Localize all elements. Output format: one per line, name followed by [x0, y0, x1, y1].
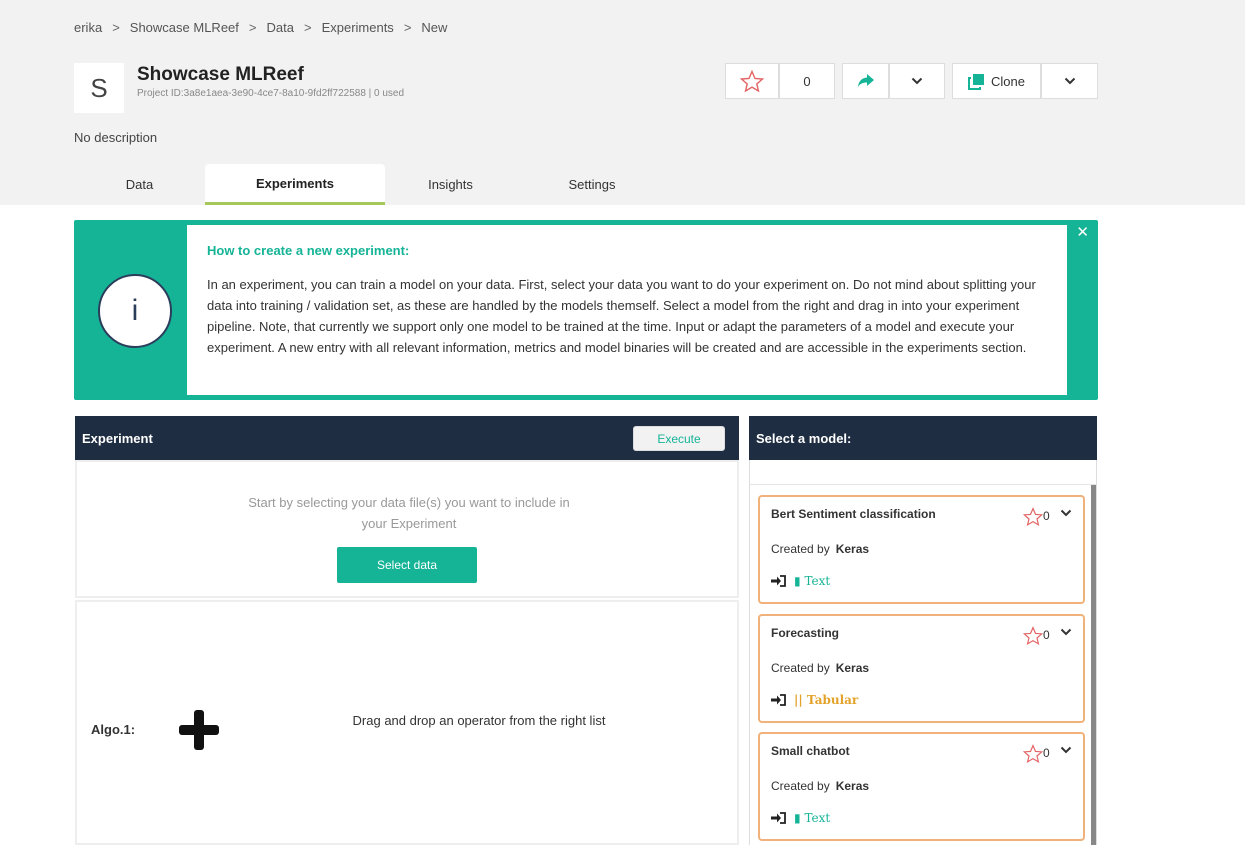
model-list-header: Select a model:: [749, 416, 1097, 460]
chevron-down-icon: [911, 77, 923, 85]
project-header: erika > Showcase MLReef > Data > Experim…: [0, 0, 1245, 205]
created-by-label: Created by: [771, 542, 830, 556]
share-arrow-icon: [857, 74, 874, 87]
model-tag: || Tabular: [794, 693, 858, 707]
chevron-down-icon[interactable]: [1060, 746, 1072, 754]
breadcrumb-separator: >: [403, 20, 412, 35]
breadcrumb-data[interactable]: Data: [267, 20, 294, 35]
project-description: No description: [74, 130, 158, 145]
experiment-title: Experiment: [82, 430, 153, 446]
model-tag-label: Tabular: [806, 693, 859, 707]
model-list: Bert Sentiment classification 0 Created …: [749, 460, 1097, 845]
clone-dropdown[interactable]: [1041, 63, 1098, 99]
breadcrumb: erika > Showcase MLReef > Data > Experim…: [74, 20, 447, 35]
created-by-label: Created by: [771, 779, 830, 793]
execute-button[interactable]: Execute: [633, 426, 725, 451]
model-star-count: 0: [1043, 628, 1050, 642]
model-footer: || Tabular: [771, 693, 858, 707]
tab-experiments[interactable]: Experiments: [205, 164, 385, 205]
chevron-down-icon: [1064, 77, 1075, 85]
clone-button[interactable]: Clone: [952, 63, 1041, 99]
file-icon: ▮: [794, 811, 801, 825]
star-outline-icon: [740, 70, 764, 92]
breadcrumb-experiments[interactable]: Experiments: [322, 20, 394, 35]
model-list-title: Select a model:: [756, 430, 852, 446]
info-body: In an experiment, you can train a model …: [207, 277, 1036, 355]
model-card[interactable]: Forecasting 0 Created by Keras || Tabular: [758, 614, 1085, 723]
model-card[interactable]: Small chatbot 0 Created by Keras ▮ Text: [758, 732, 1085, 841]
star-outline-icon[interactable]: [1023, 744, 1043, 763]
sign-in-icon: [771, 694, 786, 706]
star-outline-icon[interactable]: [1023, 507, 1043, 526]
fork-button[interactable]: [842, 63, 889, 99]
breadcrumb-separator: >: [248, 20, 257, 35]
experiment-header: Experiment Execute: [75, 416, 739, 460]
algo-label: Algo.1:: [91, 722, 136, 737]
model-name: Small chatbot: [771, 744, 850, 758]
columns-icon: ||: [794, 693, 803, 707]
star-outline-icon[interactable]: [1023, 626, 1043, 645]
created-by-label: Created by: [771, 661, 830, 675]
model-name: Forecasting: [771, 626, 840, 640]
breadcrumb-separator: >: [303, 20, 312, 35]
breadcrumb-new[interactable]: New: [421, 20, 447, 35]
project-tabs: Data Experiments Insights Settings: [74, 164, 668, 205]
breadcrumb-user[interactable]: erika: [74, 20, 102, 35]
info-icon: i: [98, 274, 172, 348]
sign-in-icon: [771, 575, 786, 587]
plus-icon[interactable]: [177, 708, 221, 752]
file-icon: ▮: [794, 574, 801, 588]
model-tag: ▮ Text: [794, 574, 830, 588]
sign-in-icon: [771, 812, 786, 824]
model-tag: ▮ Text: [794, 811, 830, 825]
model-author: Keras: [835, 779, 870, 793]
scrollbar[interactable]: [1091, 485, 1096, 845]
model-star-count: 0: [1043, 746, 1050, 760]
breadcrumb-project[interactable]: Showcase MLReef: [130, 20, 239, 35]
info-title: How to create a new experiment:: [207, 243, 410, 258]
model-footer: ▮ Text: [771, 574, 830, 588]
info-content: How to create a new experiment: In an ex…: [187, 225, 1067, 395]
model-created-by: Created by Keras: [771, 661, 869, 675]
project-title[interactable]: Showcase MLReef: [137, 64, 304, 86]
model-created-by: Created by Keras: [771, 779, 869, 793]
model-footer: ▮ Text: [771, 811, 830, 825]
project-avatar: S: [74, 63, 124, 113]
model-star-count: 0: [1043, 509, 1050, 523]
model-card[interactable]: Bert Sentiment classification 0 Created …: [758, 495, 1085, 604]
star-button[interactable]: [725, 63, 779, 99]
tab-insights[interactable]: Insights: [385, 164, 516, 205]
divider: [750, 484, 1096, 485]
algorithm-drop-zone[interactable]: Algo.1: Drag and drop an operator from t…: [75, 600, 739, 845]
model-tag-label: Text: [804, 574, 831, 588]
model-name: Bert Sentiment classification: [771, 507, 936, 521]
model-tag-label: Text: [804, 811, 831, 825]
close-icon[interactable]: ✕: [1076, 223, 1089, 241]
select-data-button[interactable]: Select data: [337, 547, 477, 583]
drag-drop-hint: Drag and drop an operator from the right…: [352, 713, 606, 728]
project-id: Project ID:3a8e1aea-3e90-4ce7-8a10-9fd2f…: [137, 88, 405, 99]
clone-icon: [968, 73, 985, 90]
tab-data[interactable]: Data: [74, 164, 205, 205]
model-author: Keras: [835, 661, 870, 675]
info-banner: i How to create a new experiment: In an …: [74, 220, 1098, 400]
tab-settings[interactable]: Settings: [516, 164, 668, 205]
model-created-by: Created by Keras: [771, 542, 869, 556]
fork-dropdown[interactable]: [889, 63, 945, 99]
star-count: 0: [779, 63, 835, 99]
model-author: Keras: [835, 542, 870, 556]
chevron-down-icon[interactable]: [1060, 628, 1072, 636]
clone-label: Clone: [991, 73, 1025, 89]
chevron-down-icon[interactable]: [1060, 509, 1072, 517]
data-hint: Start by selecting your data file(s) you…: [248, 495, 570, 531]
breadcrumb-separator: >: [112, 20, 120, 35]
data-selection-panel: Start by selecting your data file(s) you…: [75, 460, 739, 598]
